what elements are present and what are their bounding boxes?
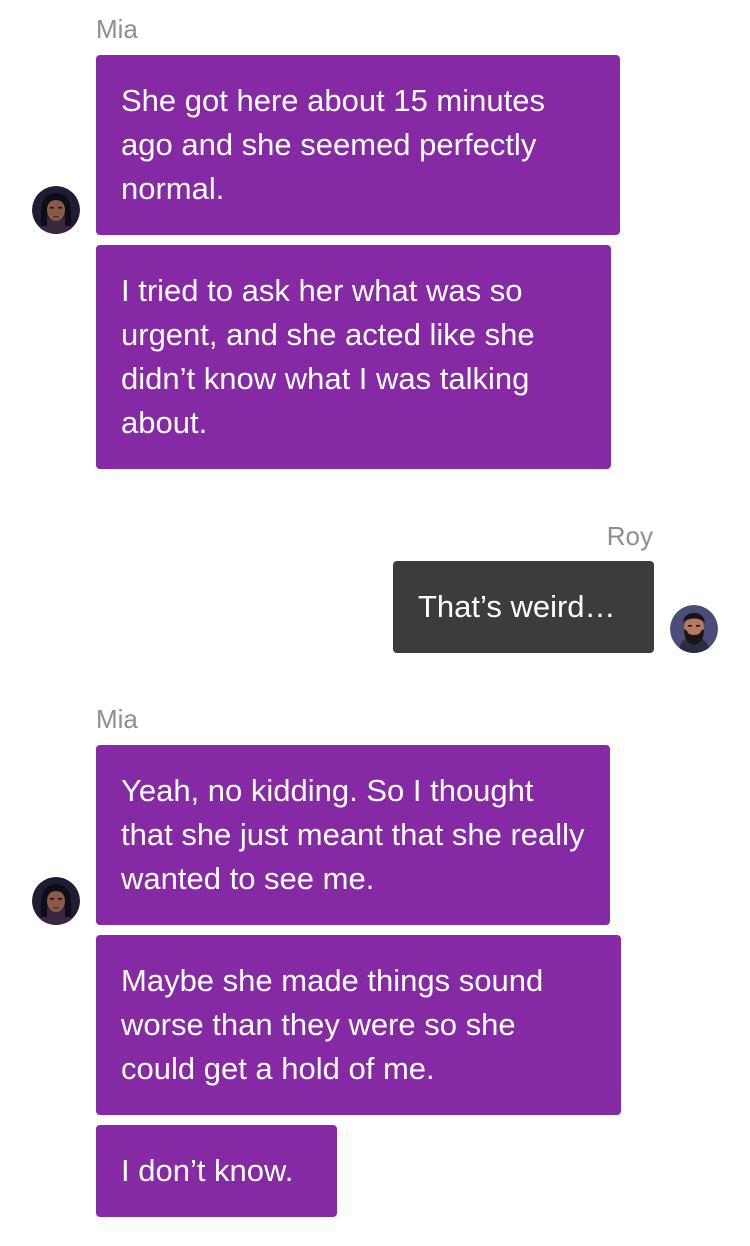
message-bubble[interactable]: That’s weird… <box>393 561 654 653</box>
chat-transcript: Mia She got here about 15 minutes ago an… <box>0 0 750 1246</box>
sender-name-roy: Roy <box>606 521 653 551</box>
message-bubble[interactable]: Maybe she made things sound worse than t… <box>96 935 621 1115</box>
mia-avatar-icon[interactable] <box>32 186 80 234</box>
message-text: She got here about 15 minutes ago and sh… <box>121 83 545 206</box>
roy-avatar-icon[interactable] <box>670 605 718 653</box>
mia-avatar-icon[interactable] <box>32 877 80 925</box>
message-text: I don’t know. <box>121 1153 294 1188</box>
sender-name-mia: Mia <box>96 14 138 44</box>
message-text: I tried to ask her what was so urgent, a… <box>121 273 535 440</box>
message-text: That’s weird… <box>418 589 616 624</box>
message-bubble[interactable]: Yeah, no kidding. So I thought that she … <box>96 745 610 925</box>
message-text: Maybe she made things sound worse than t… <box>121 963 544 1086</box>
sender-name-mia: Mia <box>96 704 138 734</box>
message-bubble[interactable]: She got here about 15 minutes ago and sh… <box>96 55 620 235</box>
message-text: Yeah, no kidding. So I thought that she … <box>121 773 585 896</box>
message-bubble[interactable]: I tried to ask her what was so urgent, a… <box>96 245 611 469</box>
message-bubble[interactable]: I don’t know. <box>96 1125 337 1217</box>
